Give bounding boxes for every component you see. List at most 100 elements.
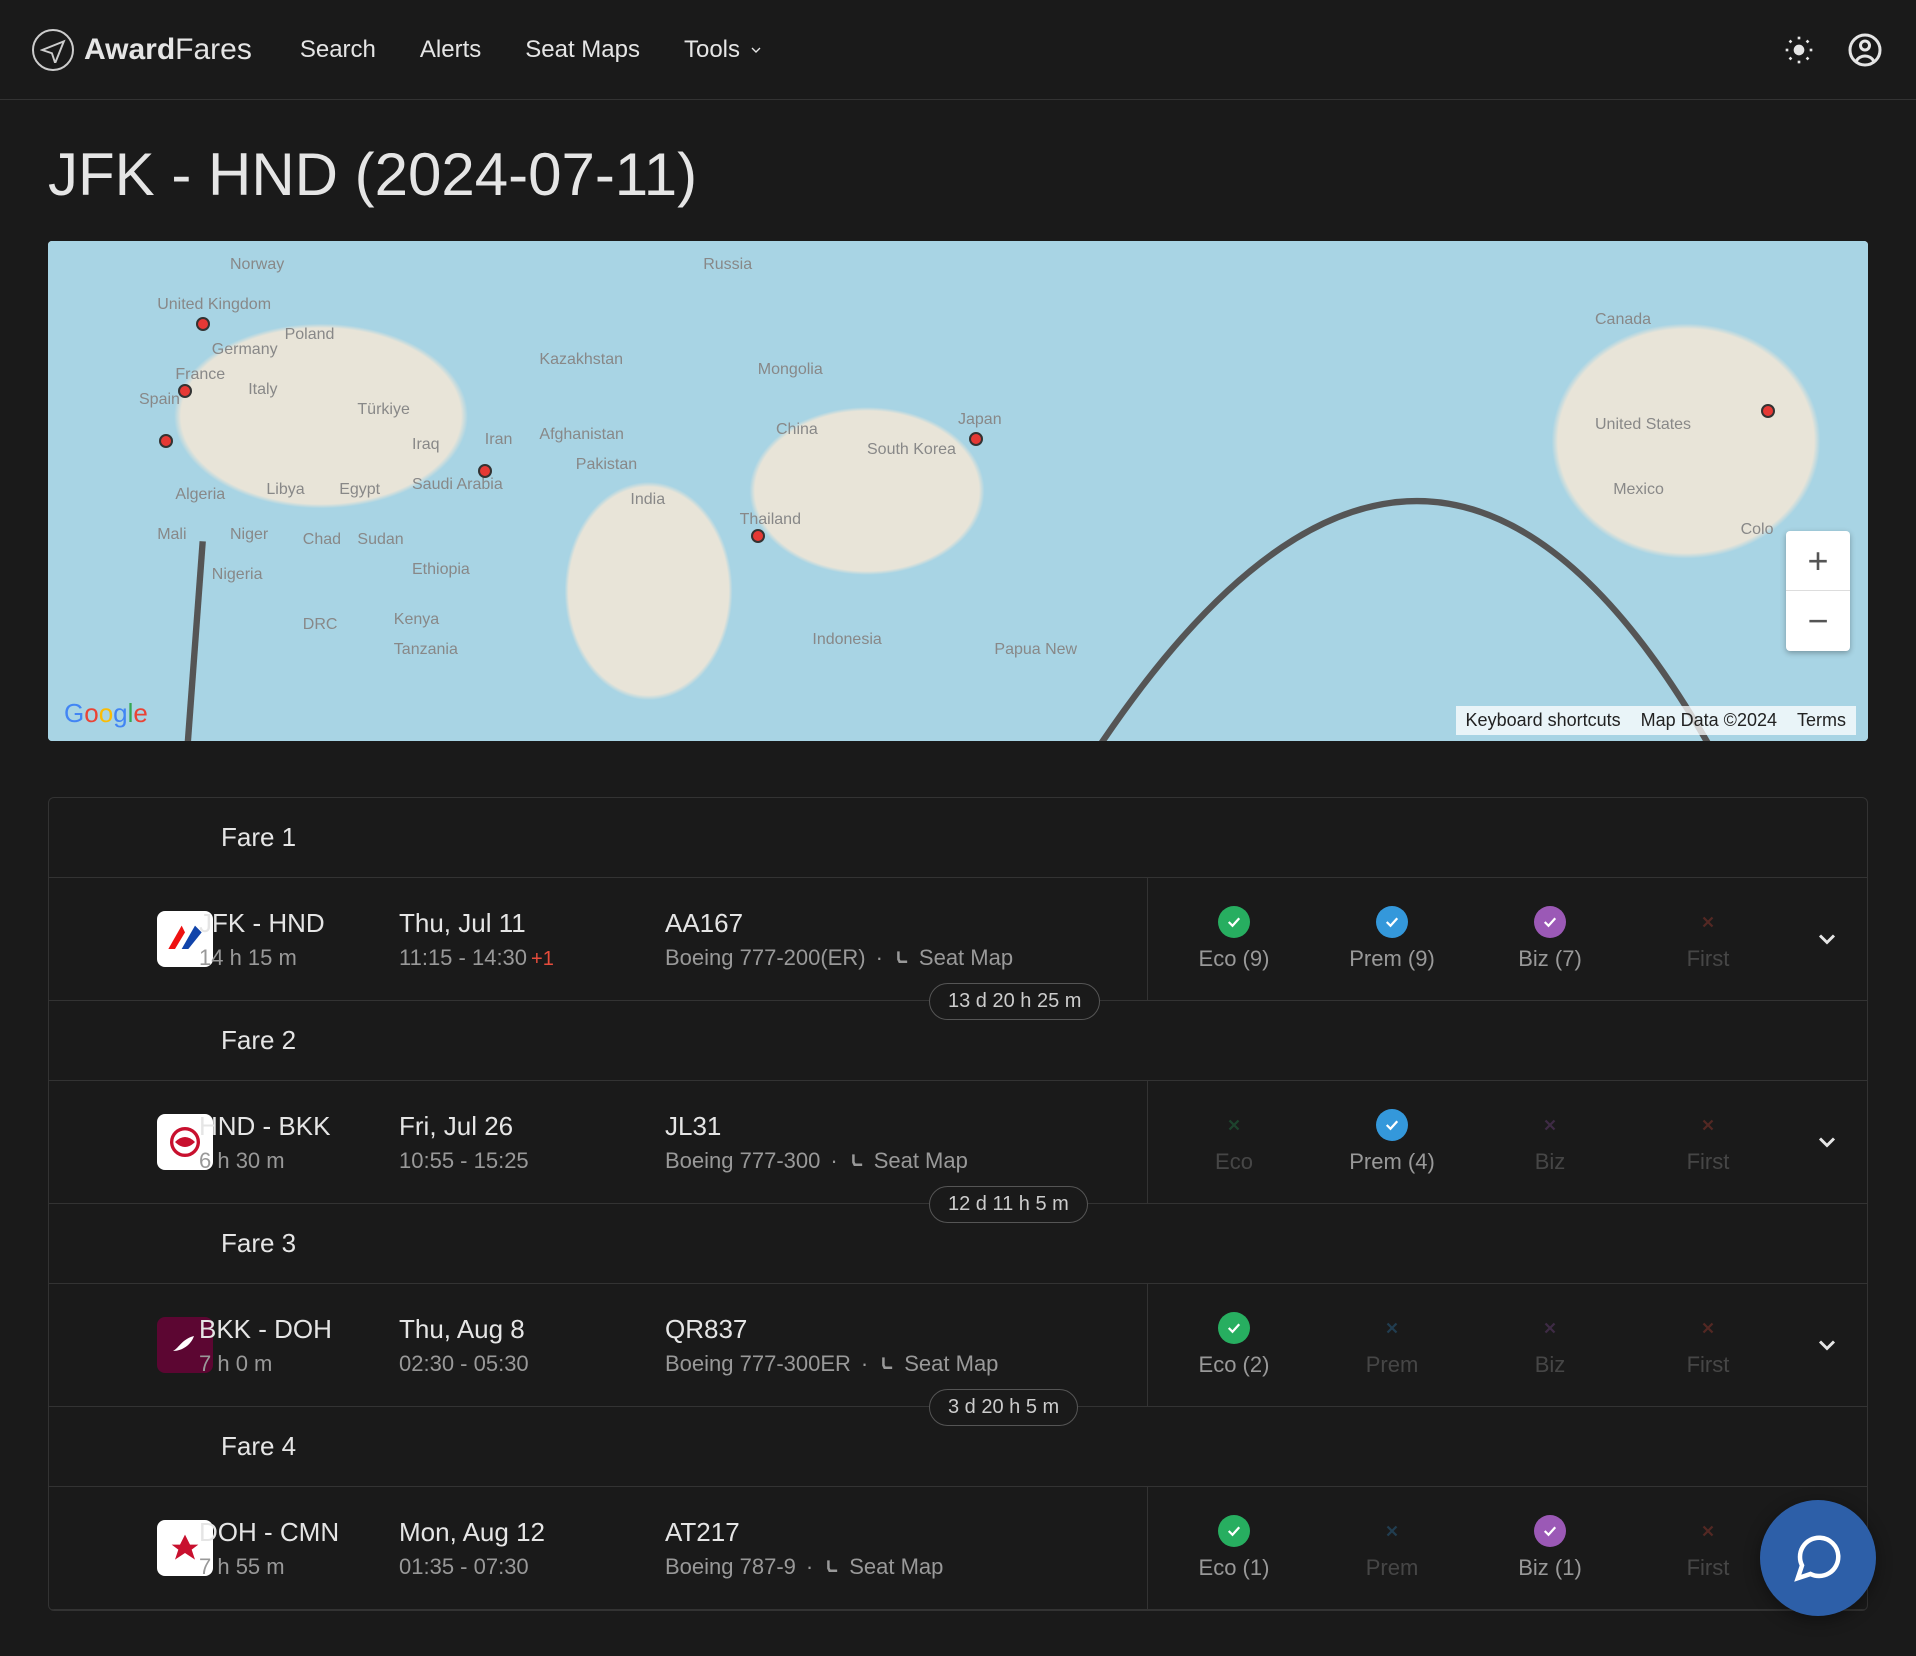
duration: 6 h 30 m — [199, 1148, 399, 1174]
map-label: Canada — [1595, 311, 1651, 329]
map-label: China — [776, 421, 818, 439]
google-logo: Google — [64, 698, 148, 729]
map-keyboard-shortcuts[interactable]: Keyboard shortcuts — [1466, 710, 1621, 731]
cabin-first: First — [1629, 906, 1787, 972]
map-terms-link[interactable]: Terms — [1797, 710, 1846, 731]
layover-duration: 3 d 20 h 5 m — [929, 1389, 1078, 1426]
cabin-biz[interactable]: Biz (1) — [1471, 1515, 1629, 1581]
map-attribution: Keyboard shortcuts Map Data ©2024 Terms — [1456, 706, 1856, 735]
x-icon — [1534, 1109, 1566, 1141]
map-label: Indonesia — [812, 631, 881, 649]
departure-time: 02:30 - 05:30 — [399, 1351, 665, 1377]
map-label: Mexico — [1613, 481, 1664, 499]
map-marker — [478, 464, 492, 478]
map-label: Türkiye — [357, 401, 409, 419]
chevron-down-icon — [748, 42, 764, 58]
map-label: South Korea — [867, 441, 956, 459]
cabin-label: Biz (1) — [1518, 1555, 1582, 1581]
map-zoom-out[interactable]: − — [1786, 591, 1850, 651]
cabin-prem[interactable]: Prem (4) — [1313, 1109, 1471, 1175]
duration: 7 h 0 m — [199, 1351, 399, 1377]
nav-search[interactable]: Search — [300, 36, 376, 64]
map-label: Ethiopia — [412, 561, 470, 579]
theme-toggle[interactable] — [1780, 31, 1818, 69]
seatmap-link[interactable]: Seat Map — [893, 945, 1013, 971]
cabin-first: First — [1629, 1109, 1787, 1175]
fares-list: Fare 1 JFK - HND 14 h 15 m Thu, Jul 11 1… — [48, 797, 1868, 1611]
cabin-label: Biz (7) — [1518, 946, 1582, 972]
map-label: United Kingdom — [157, 296, 271, 314]
departure-time: 01:35 - 07:30 — [399, 1554, 665, 1580]
x-icon — [1534, 1312, 1566, 1344]
logo-icon — [32, 29, 74, 71]
map-marker — [178, 384, 192, 398]
check-icon — [1218, 1312, 1250, 1344]
departure-time: 11:15 - 14:30+1 — [399, 945, 665, 971]
map-label: DRC — [303, 616, 338, 634]
nav-tools[interactable]: Tools — [684, 36, 764, 64]
map-label: France — [175, 366, 225, 384]
departure-date: Mon, Aug 12 — [399, 1517, 665, 1548]
map-label: Libya — [266, 481, 304, 499]
map-label: Egypt — [339, 481, 380, 499]
departure-date: Thu, Aug 8 — [399, 1314, 665, 1345]
map-zoom-in[interactable]: + — [1786, 531, 1850, 591]
cabin-label: First — [1687, 1555, 1730, 1581]
seatmap-link[interactable]: Seat Map — [823, 1554, 943, 1580]
cabin-label: Eco — [1215, 1149, 1253, 1175]
map-label: Kenya — [394, 611, 439, 629]
duration: 14 h 15 m — [199, 945, 399, 971]
seatmap-link[interactable]: Seat Map — [878, 1351, 998, 1377]
map-label: Poland — [285, 326, 335, 344]
account-button[interactable] — [1846, 31, 1884, 69]
header-right — [1780, 31, 1884, 69]
map-label: Saudi Arabia — [412, 476, 503, 494]
cabin-label: First — [1687, 946, 1730, 972]
logo[interactable]: AwardFares — [32, 29, 252, 71]
fare-row: JFK - HND 14 h 15 m Thu, Jul 11 11:15 - … — [49, 878, 1867, 1001]
cabin-biz[interactable]: Biz (7) — [1471, 906, 1629, 972]
expand-row[interactable] — [1787, 1128, 1867, 1156]
cabin-availability: Eco (9) Prem (9) Biz (7) First — [1155, 906, 1787, 972]
layover-duration: 13 d 20 h 25 m — [929, 983, 1100, 1020]
cabin-eco[interactable]: Eco (2) — [1155, 1312, 1313, 1378]
cabin-label: Prem — [1366, 1352, 1419, 1378]
check-icon — [1218, 1515, 1250, 1547]
user-circle-icon — [1847, 32, 1883, 68]
map-label: Iraq — [412, 436, 440, 454]
map-label: Italy — [248, 381, 277, 399]
cabin-label: First — [1687, 1352, 1730, 1378]
nav-alerts[interactable]: Alerts — [420, 36, 481, 64]
cabin-label: Eco (9) — [1199, 946, 1270, 972]
header: AwardFares Search Alerts Seat Maps Tools — [0, 0, 1916, 100]
x-icon — [1692, 1515, 1724, 1547]
cabin-biz: Biz — [1471, 1312, 1629, 1378]
check-icon — [1534, 906, 1566, 938]
cabin-availability: Eco (2) Prem Biz First — [1155, 1312, 1787, 1378]
x-icon — [1692, 1109, 1724, 1141]
page-title: JFK - HND (2024-07-11) — [48, 140, 1868, 209]
cabin-first: First — [1629, 1312, 1787, 1378]
route-map[interactable]: NorwayRussiaUnited KingdomPolandGermanyF… — [48, 241, 1868, 741]
cabin-eco[interactable]: Eco (9) — [1155, 906, 1313, 972]
cabin-label: Prem (9) — [1349, 946, 1435, 972]
expand-row[interactable] — [1787, 1331, 1867, 1359]
cabin-label: Eco (1) — [1199, 1555, 1270, 1581]
aircraft-type: Boeing 777-200(ER) · Seat Map — [665, 945, 1045, 971]
cabin-prem[interactable]: Prem (9) — [1313, 906, 1471, 972]
route: JFK - HND — [199, 908, 399, 939]
departure-date: Fri, Jul 26 — [399, 1111, 665, 1142]
map-zoom-controls: + − — [1786, 531, 1850, 651]
chat-icon — [1791, 1531, 1845, 1585]
map-label: Niger — [230, 526, 268, 544]
expand-row[interactable] — [1787, 925, 1867, 953]
seatmap-link[interactable]: Seat Map — [848, 1148, 968, 1174]
map-label: Colo — [1741, 521, 1774, 539]
nav-seatmaps[interactable]: Seat Maps — [525, 36, 640, 64]
cabin-eco[interactable]: Eco (1) — [1155, 1515, 1313, 1581]
cabin-label: Biz — [1535, 1149, 1566, 1175]
chat-button[interactable] — [1760, 1500, 1876, 1616]
map-label: Germany — [212, 341, 278, 359]
cabin-label: Biz — [1535, 1352, 1566, 1378]
map-label: India — [630, 491, 665, 509]
